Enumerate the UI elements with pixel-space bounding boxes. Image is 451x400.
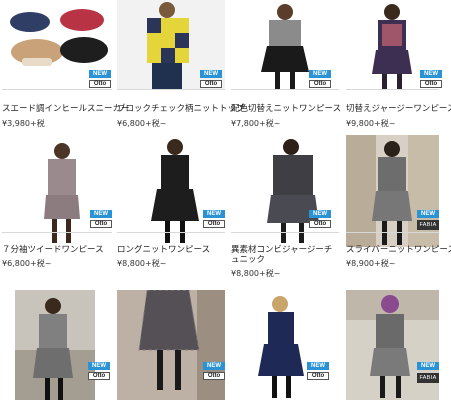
- new-badge: NEW: [200, 70, 222, 78]
- new-badge: NEW: [420, 70, 442, 78]
- otto-badge: Otto: [309, 80, 331, 88]
- product-card: NEW Otto スエード調インヒールスニーカー ¥3,980+税: [2, 0, 130, 135]
- product-price: ¥9,800+税~: [346, 119, 396, 128]
- product-price: ¥6,800+税~: [117, 119, 167, 128]
- check-skirt-photo: [117, 290, 225, 400]
- divider: [117, 89, 225, 90]
- divider: [117, 232, 225, 233]
- product-price: ¥3,980+税: [2, 119, 45, 128]
- otto-badge: Otto: [307, 372, 329, 380]
- product-image[interactable]: [2, 0, 112, 80]
- product-name[interactable]: ブロックチェック柄ニットトップ: [117, 104, 245, 114]
- tunic-model-photo: [251, 135, 339, 245]
- divider: [231, 89, 339, 90]
- product-name[interactable]: 切替えジャージーワンピース: [346, 104, 451, 114]
- new-badge: NEW: [417, 210, 439, 218]
- product-image[interactable]: [15, 290, 95, 400]
- new-badge: NEW: [417, 362, 439, 370]
- tweed-dress-model-photo: [32, 135, 112, 245]
- product-card: NEW Otto ロングニットワンピース ¥8,800+税~: [117, 135, 229, 285]
- product-name[interactable]: スライバーニットワンピース: [346, 245, 451, 255]
- product-card: NEW Otto ７分袖ツイードワンピース ¥6,800+税~: [2, 135, 114, 285]
- product-card: NEW FABIA: [346, 290, 451, 400]
- fabia-badge: FABIA: [417, 220, 439, 230]
- new-badge: NEW: [88, 362, 110, 370]
- otto-badge: Otto: [88, 372, 110, 380]
- new-badge: NEW: [203, 362, 225, 370]
- product-image[interactable]: [251, 135, 339, 245]
- product-name[interactable]: 異素材コンビジャージーチュニック: [231, 245, 339, 265]
- new-badge: NEW: [307, 362, 329, 370]
- product-image[interactable]: [32, 135, 112, 245]
- sneakers-photo: [2, 0, 112, 80]
- product-name[interactable]: スエード調インヒールスニーカー: [2, 104, 130, 114]
- product-card: NEW FABIA スライバーニットワンピース ¥8,900+税~: [346, 135, 451, 285]
- sliver-knit-dress-model-photo: [346, 135, 439, 247]
- product-card: NEW Otto 異素材コンビジャージーチュニック ¥8,800+税~: [231, 135, 343, 285]
- otto-badge: Otto: [200, 80, 222, 88]
- otto-badge: Otto: [309, 220, 331, 228]
- product-card: NEW Otto ブロックチェック柄ニットトップ ¥6,800+税~: [117, 0, 245, 135]
- new-badge: NEW: [203, 210, 225, 218]
- new-badge: NEW: [90, 210, 112, 218]
- navy-dress-model-photo: [240, 290, 324, 400]
- long-knit-dress-model-photo: [129, 135, 225, 245]
- divider: [346, 89, 439, 90]
- product-image[interactable]: [240, 290, 324, 400]
- divider: [2, 232, 112, 233]
- otto-badge: Otto: [203, 372, 225, 380]
- product-name[interactable]: ７分袖ツイードワンピース: [2, 245, 104, 255]
- otto-badge: Otto: [203, 220, 225, 228]
- divider: [231, 232, 339, 233]
- product-image[interactable]: [117, 290, 225, 400]
- product-price: ¥6,800+税~: [2, 259, 52, 268]
- product-price: ¥8,800+税~: [231, 269, 281, 278]
- divider: [346, 232, 439, 233]
- product-image[interactable]: [129, 135, 225, 245]
- otto-badge: Otto: [420, 80, 442, 88]
- product-name[interactable]: ロングニットワンピース: [117, 245, 210, 255]
- product-card: NEW Otto 配色切替えニットワンピース ¥7,800+税~: [231, 0, 343, 135]
- product-card: NEW Otto: [240, 290, 340, 400]
- otto-badge: Otto: [90, 220, 112, 228]
- product-name[interactable]: 配色切替えニットワンピース: [231, 104, 341, 114]
- fabia-badge: FABIA: [417, 373, 439, 383]
- product-image[interactable]: [346, 290, 439, 400]
- product-card: NEW Otto: [117, 290, 229, 400]
- new-badge: NEW: [89, 70, 111, 78]
- grey-dress-street-photo: [346, 290, 439, 400]
- new-badge: NEW: [309, 210, 331, 218]
- product-price: ¥8,900+税~: [346, 259, 396, 268]
- new-badge: NEW: [309, 70, 331, 78]
- otto-badge: Otto: [89, 80, 111, 88]
- product-card: NEW Otto 切替えジャージーワンピース ¥9,800+税~: [346, 0, 451, 135]
- product-price: ¥8,800+税~: [117, 259, 167, 268]
- product-price: ¥7,800+税~: [231, 119, 281, 128]
- knit-dress-street-photo: [15, 290, 95, 400]
- product-image[interactable]: [346, 135, 439, 247]
- product-card: NEW Otto: [15, 290, 115, 400]
- divider: [2, 89, 112, 90]
